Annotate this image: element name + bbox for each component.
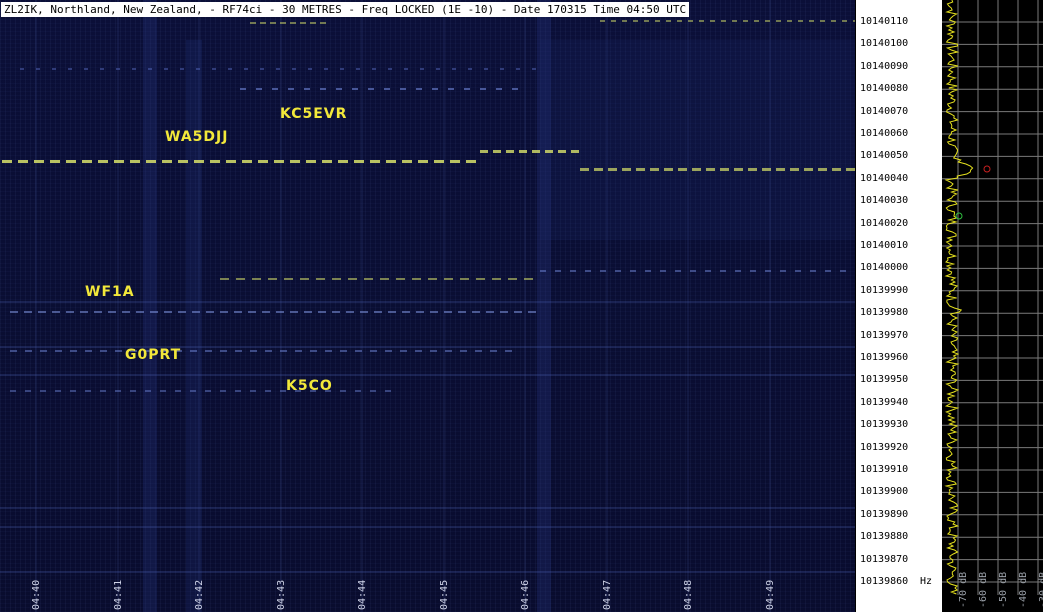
noise-marker-icon [955, 212, 963, 220]
frequency-label: 10140050 [860, 150, 909, 162]
frequency-label: 10139860 [860, 576, 909, 587]
db-label: -60 dB [978, 571, 989, 608]
spectrum-panel: -70 dB -60 dB -50 dB -40 dB -30 dB [942, 0, 1043, 612]
frequency-label: 10139950 [860, 374, 909, 386]
time-label: 04:45 [438, 579, 450, 610]
callsign-label-g0prt: G0PRT [125, 347, 182, 363]
frequency-axis: 10140110 10140100 10140090 10140080 10140070… [855, 0, 943, 612]
frequency-label: 10140100 [860, 38, 909, 50]
frequency-label: 10140060 [860, 128, 909, 139]
waterfall-traces [0, 0, 855, 612]
db-label: -40 dB [1018, 571, 1029, 608]
frequency-label: 10140110 [860, 16, 909, 27]
waterfall-display: ZL2IK, Northland, New Zealand, - RF74ci … [0, 0, 855, 612]
frequency-label: 10139920 [860, 441, 909, 453]
spectrum-plot [942, 0, 1043, 595]
db-label: -50 dB [998, 571, 1009, 608]
db-label: -30 dB [1038, 571, 1043, 608]
frequency-label: 10139930 [860, 419, 909, 431]
frequency-label: 10140080 [860, 83, 909, 95]
time-label: 04:47 [601, 579, 613, 610]
frequency-label: 10139960 [860, 352, 909, 363]
frequency-label: 10139990 [860, 284, 909, 296]
waterfall-header: ZL2IK, Northland, New Zealand, - RF74ci … [1, 2, 690, 17]
frequency-label: 10140010 [860, 240, 909, 251]
peak-marker-icon [983, 165, 991, 173]
time-label: 04:49 [764, 579, 776, 610]
frequency-unit: Hz [920, 576, 933, 587]
frequency-label: 10139870 [860, 553, 909, 565]
time-label: 04:40 [31, 579, 42, 610]
frequency-label: 10140070 [860, 105, 909, 117]
time-label: 04:41 [112, 579, 124, 610]
callsign-label-k5co: K5CO [286, 378, 333, 394]
frequency-label: 10139900 [860, 486, 909, 498]
callsign-label-wf1a: WF1A [85, 284, 135, 300]
callsign-label-wa5djj: WA5DJJ [165, 129, 229, 145]
frequency-label: 10139970 [860, 329, 909, 341]
time-label: 04:44 [357, 579, 368, 610]
frequency-label: 10140000 [860, 262, 909, 274]
callsign-label-kc5evr: KC5EVR [280, 106, 348, 122]
time-label: 04:46 [520, 579, 531, 610]
frequency-label: 10139980 [860, 307, 909, 319]
time-label: 04:43 [275, 579, 287, 610]
time-label: 04:42 [194, 579, 205, 610]
frequency-label: 10139890 [860, 508, 909, 520]
frequency-label: 10140030 [860, 195, 909, 207]
frequency-label: 10140020 [860, 217, 909, 229]
time-label: 04:48 [683, 579, 694, 610]
frequency-label: 10139910 [860, 464, 909, 475]
db-label: -70 dB [958, 571, 969, 608]
frequency-label: 10139940 [860, 396, 909, 408]
frequency-label: 10140090 [860, 60, 909, 72]
frequency-label: 10139880 [860, 531, 909, 543]
frequency-label: 10140040 [860, 172, 909, 184]
